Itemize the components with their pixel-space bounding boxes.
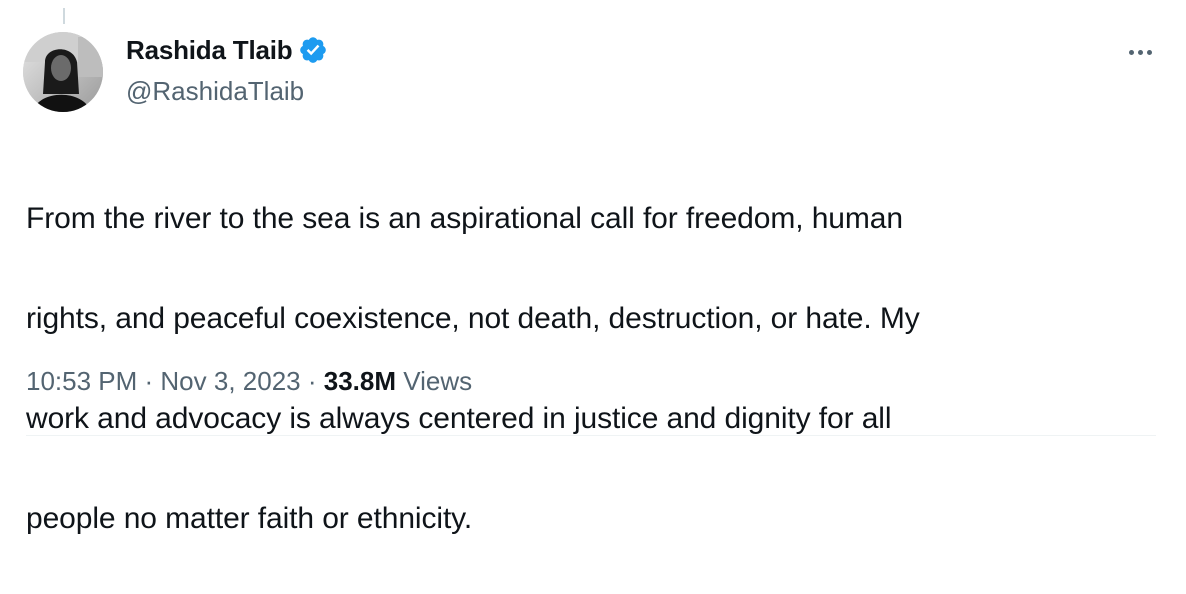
author-block: Rashida Tlaib @RashidaTlaib <box>126 32 328 107</box>
meta-separator: · <box>300 366 324 396</box>
views-label[interactable]: Views <box>396 366 472 397</box>
tweet-text-line: rights, and peaceful coexistence, not de… <box>26 302 920 335</box>
more-dot <box>1146 49 1152 55</box>
avatar-photo-icon <box>23 32 103 112</box>
tweet-metadata: 10:53 PM · Nov 3, 2023 · 33.8M Views <box>26 366 472 397</box>
verified-badge-icon[interactable] <box>298 35 328 65</box>
tweet-text-line: From the river to the sea is an aspirati… <box>26 202 903 235</box>
author-name-row: Rashida Tlaib <box>126 32 328 68</box>
tweet-text-line: work and advocacy is always centered in … <box>26 402 892 435</box>
more-dot <box>1137 49 1143 55</box>
author-handle[interactable]: @RashidaTlaib <box>126 76 328 107</box>
views-count[interactable]: 33.8M <box>324 366 396 397</box>
thread-connector-line <box>63 8 65 24</box>
avatar[interactable] <box>23 32 103 112</box>
divider <box>26 435 1156 436</box>
tweet-date[interactable]: Nov 3, 2023 <box>160 366 300 397</box>
more-dot <box>1128 49 1134 55</box>
more-options-icon[interactable] <box>1122 40 1158 64</box>
tweet-time[interactable]: 10:53 PM <box>26 366 137 397</box>
tweet-text-line: people no matter faith or ethnicity. <box>26 502 473 535</box>
display-name[interactable]: Rashida Tlaib <box>126 35 293 66</box>
meta-separator: · <box>137 366 161 396</box>
